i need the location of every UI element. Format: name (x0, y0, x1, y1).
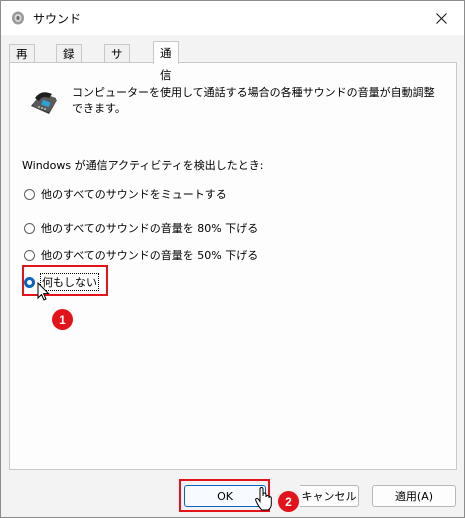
step-2-badge: 2 (278, 491, 299, 512)
option-label: 他のすべてのサウンドをミュートする (41, 188, 227, 201)
tab-communications[interactable]: 通信 (153, 41, 179, 82)
option-reduce-50[interactable]: 他のすべてのサウンドの音量を 50% 下げる (24, 247, 258, 263)
tab-label: 通信 (160, 46, 172, 82)
cancel-button[interactable]: キャンセル (300, 485, 359, 507)
close-button[interactable] (418, 1, 464, 35)
detect-prompt: Windows が通信アクティビティを検出したとき: (22, 159, 264, 172)
option-label: 他のすべてのサウンドの音量を 80% 下げる (41, 222, 259, 235)
radio-button[interactable] (24, 188, 35, 200)
option-reduce-80[interactable]: 他のすべてのサウンドの音量を 80% 下げる (24, 220, 258, 236)
close-icon (435, 12, 447, 24)
description-text: コンピューターを使用して通話する場合の各種サウンドの音量が自動調整できます。 (72, 86, 435, 115)
option-mute-all[interactable]: 他のすべてのサウンドをミュートする (24, 186, 227, 202)
window-title: サウンド (33, 12, 82, 26)
speaker-icon (12, 11, 24, 25)
telephone-icon (31, 92, 57, 114)
radio-button[interactable] (24, 249, 35, 261)
highlight-box-step1 (22, 265, 108, 296)
cancel-label: キャンセル (301, 490, 357, 503)
tab-playback[interactable]: 再生 (9, 44, 35, 79)
hand-pointer-icon (255, 487, 272, 511)
step-1-badge: 1 (52, 309, 73, 330)
tab-recording[interactable]: 録音 (56, 44, 82, 79)
apply-label: 適用(A) (394, 490, 434, 503)
radio-button[interactable] (24, 222, 35, 234)
option-label: 他のすべてのサウンドの音量を 50% 下げる (41, 249, 259, 262)
title-bar: サウンド (1, 1, 464, 35)
apply-button[interactable]: 適用(A) (372, 485, 456, 507)
tab-sounds[interactable]: サウンド (104, 44, 130, 115)
sound-dialog: サウンド 再生 録音 サウンド 通信 コンピューターを使用して通話する場合の各種… (0, 0, 465, 518)
mouse-pointer-icon (37, 282, 50, 301)
